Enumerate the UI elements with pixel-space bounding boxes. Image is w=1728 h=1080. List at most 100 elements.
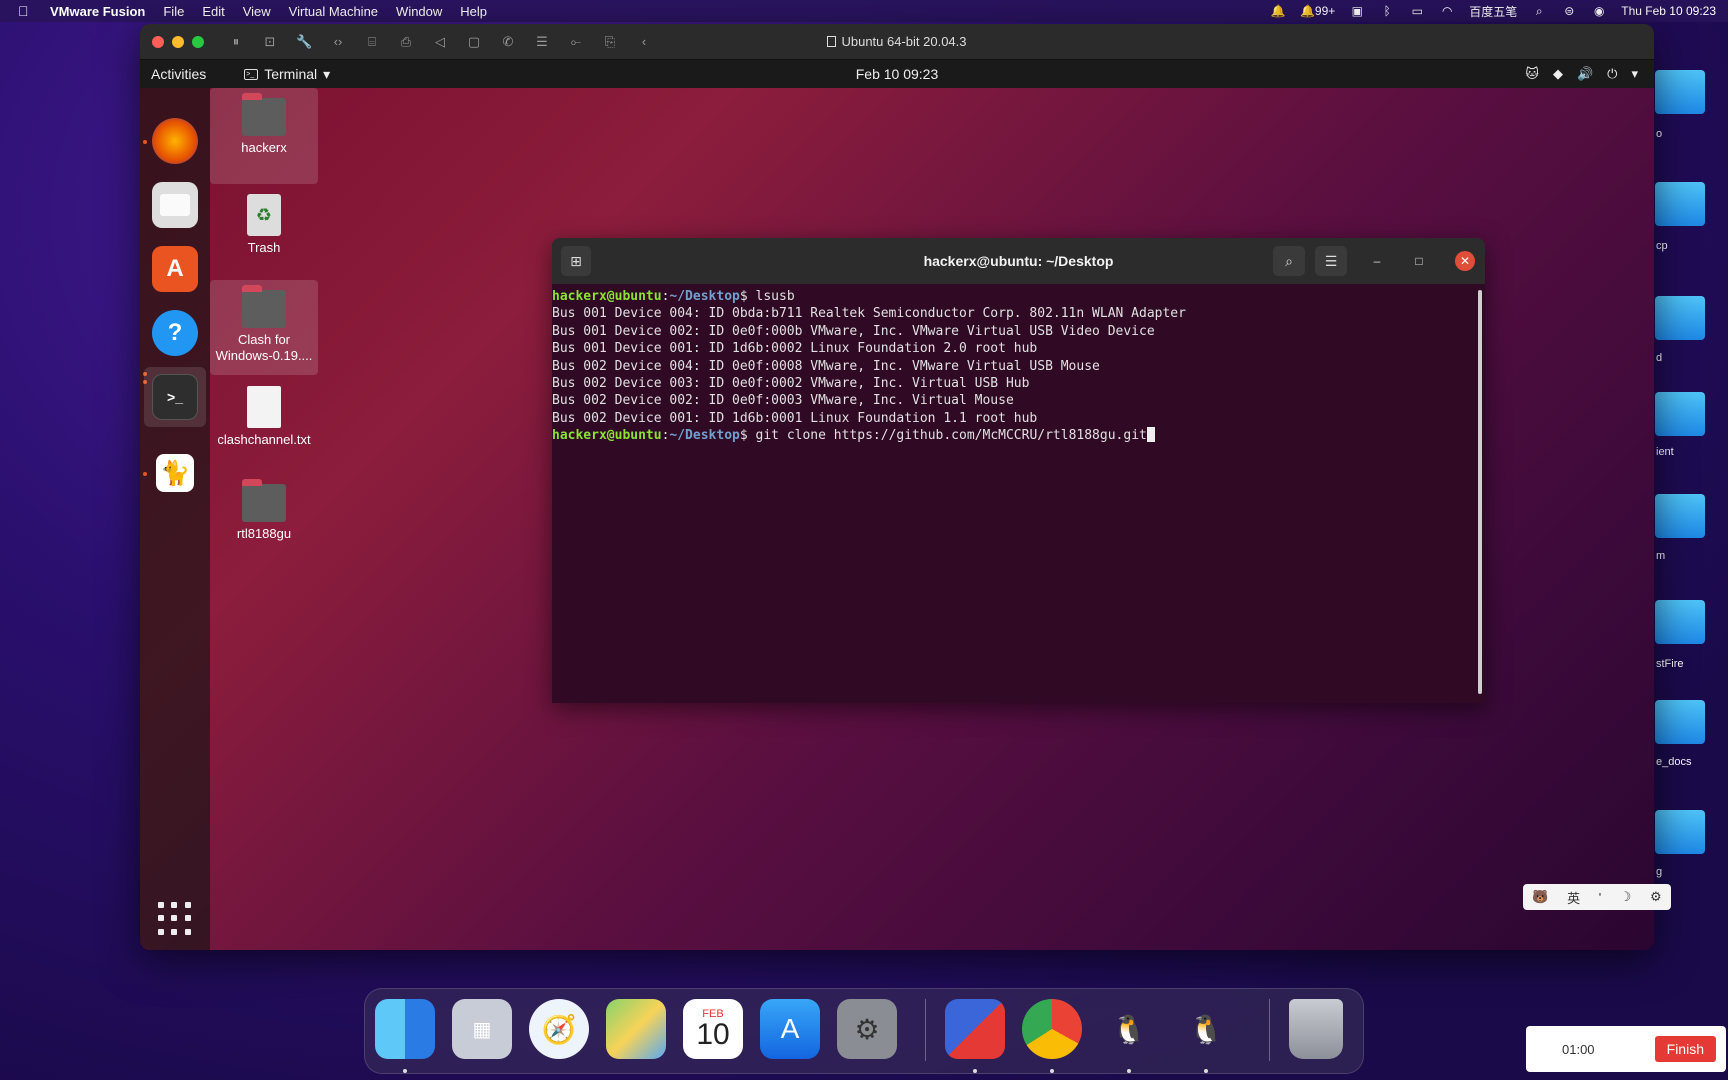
help-icon[interactable]: ? xyxy=(152,310,198,356)
chrome-icon[interactable] xyxy=(1022,999,1082,1059)
hard-disk-icon[interactable]: ⌸ xyxy=(364,34,380,50)
desktop-rtl8188gu-folder[interactable]: rtl8188gu xyxy=(210,474,318,564)
ime-indicator[interactable]: 百度五笔 xyxy=(1469,3,1517,20)
calendar-icon[interactable]: FEB 10 xyxy=(683,999,743,1059)
terminal-scrollbar[interactable] xyxy=(1478,290,1482,694)
terminal-output[interactable]: hackerx@ubuntu:~/Desktop$ lsusb Bus 001 … xyxy=(552,284,1485,445)
desktop-text-file[interactable]: clashchannel.txt xyxy=(210,378,318,468)
app-name-menu[interactable]: VMware Fusion xyxy=(50,4,145,19)
power-icon[interactable]: ⏻ xyxy=(1607,66,1617,82)
minimize-window-button[interactable] xyxy=(172,35,184,48)
dock-separator xyxy=(925,999,926,1061)
zoom-window-button[interactable] xyxy=(192,35,204,48)
bell-icon[interactable]: 🔔 xyxy=(1270,4,1286,18)
activities-button[interactable]: Activities xyxy=(151,66,206,82)
qq-icon[interactable]: 🐧 xyxy=(1099,999,1159,1059)
apple-menu-icon[interactable]:  xyxy=(18,3,36,19)
clash-dock-icon[interactable]: 🐈 xyxy=(156,454,194,492)
wifi-icon[interactable]: ◠ xyxy=(1439,4,1455,18)
menu-help[interactable]: Help xyxy=(460,4,487,19)
pause-icon[interactable]: ⏸ xyxy=(228,34,244,50)
new-tab-button[interactable]: ⊞ xyxy=(561,246,591,276)
safari-icon[interactable]: 🧭 xyxy=(529,999,589,1059)
ime-logo-icon[interactable]: 🐻 xyxy=(1532,889,1548,905)
network-icon[interactable]: ‹› xyxy=(330,34,346,50)
ubuntu-clock[interactable]: Feb 10 09:23 xyxy=(140,66,1654,82)
terminal-output-line: Bus 001 Device 001: ID 1d6b:0002 Linux F… xyxy=(552,341,1038,357)
camera-icon[interactable]: ▢ xyxy=(466,34,482,50)
volume-icon[interactable]: 🔊 xyxy=(1577,66,1593,82)
menu-file[interactable]: File xyxy=(163,4,184,19)
sound-icon[interactable]: ◁ xyxy=(432,34,448,50)
mac-desktop-file-icon[interactable] xyxy=(1655,182,1705,226)
printer-icon[interactable]: ⎙ xyxy=(398,34,414,50)
phone-icon[interactable]: ✆ xyxy=(500,34,516,50)
mac-desktop-file-icon[interactable] xyxy=(1655,700,1705,744)
siri-icon[interactable]: ◉ xyxy=(1591,4,1607,18)
battery-icon[interactable]: ▭ xyxy=(1409,4,1425,18)
app-menu[interactable]: >_ Terminal ▾ xyxy=(244,66,330,83)
search-icon[interactable]: ⌕ xyxy=(1273,246,1305,276)
desktop-home-folder[interactable]: hackerx xyxy=(210,88,318,184)
usb-icon[interactable]: ⟜ xyxy=(568,34,584,50)
settings-wrench-icon[interactable]: 🔧 xyxy=(296,34,312,50)
mac-desktop-file-icon[interactable] xyxy=(1655,600,1705,644)
trash-icon[interactable] xyxy=(1289,999,1343,1059)
vmware-fusion-icon[interactable] xyxy=(945,999,1005,1059)
vm-titlebar[interactable]: ⏸ ⊡ 🔧 ‹› ⌸ ⎙ ◁ ▢ ✆ ☰ ⟜ ⎘ ‹ Ubuntu 64-bit… xyxy=(140,24,1654,60)
mac-desktop-file-icon[interactable] xyxy=(1655,494,1705,538)
hamburger-menu-icon[interactable]: ☰ xyxy=(1315,246,1347,276)
notification-badge[interactable]: 🔔99+ xyxy=(1300,4,1335,18)
ime-punctuation-toggle[interactable]: ' xyxy=(1599,890,1601,905)
files-icon[interactable] xyxy=(152,182,198,228)
app-store-icon[interactable]: A xyxy=(760,999,820,1059)
firefox-icon[interactable] xyxy=(152,118,198,164)
network-tray-icon[interactable]: ◆ xyxy=(1553,66,1563,82)
clash-tray-icon[interactable]: 🐱 xyxy=(1525,66,1539,82)
launchpad-icon[interactable]: ▦ xyxy=(452,999,512,1059)
minimize-icon[interactable]: – xyxy=(1365,249,1389,273)
desktop-trash[interactable]: ♻ Trash xyxy=(210,186,318,276)
mac-desktop-file-icon[interactable] xyxy=(1655,70,1705,114)
storage-icon[interactable]: ☰ xyxy=(534,34,550,50)
chevron-down-icon: ▾ xyxy=(323,65,331,82)
mac-desktop-file-icon[interactable] xyxy=(1655,810,1705,854)
mac-desktop-file-label: e_docs xyxy=(1656,756,1692,768)
maximize-icon[interactable]: □ xyxy=(1407,249,1431,273)
mac-desktop-file-label: g xyxy=(1656,866,1663,878)
chevron-left-icon[interactable]: ‹ xyxy=(636,34,652,50)
terminal-dock-icon[interactable]: >_ xyxy=(152,374,198,420)
menu-edit[interactable]: Edit xyxy=(202,4,224,19)
software-center-icon[interactable]: A xyxy=(152,246,198,292)
mac-desktop-file-icon[interactable] xyxy=(1655,296,1705,340)
finder-icon[interactable] xyxy=(375,999,435,1059)
snapshot-icon[interactable]: ⊡ xyxy=(262,34,278,50)
menu-virtual-machine[interactable]: Virtual Machine xyxy=(289,4,378,19)
menu-window[interactable]: Window xyxy=(396,4,442,19)
ime-language-toggle[interactable]: 英 xyxy=(1567,888,1580,907)
terminal-header[interactable]: ⊞ hackerx@ubuntu: ~/Desktop ⌕ ☰ – □ ✕ xyxy=(552,238,1485,284)
terminal-window[interactable]: ⊞ hackerx@ubuntu: ~/Desktop ⌕ ☰ – □ ✕ ha… xyxy=(552,238,1485,703)
close-icon[interactable]: ✕ xyxy=(1455,251,1475,271)
screen-mirror-icon[interactable]: ▣ xyxy=(1349,4,1365,18)
ime-settings-gear-icon[interactable]: ⚙ xyxy=(1650,889,1662,905)
finish-button[interactable]: Finish xyxy=(1654,1036,1716,1062)
window-controls xyxy=(152,35,204,48)
recording-timer: 01:00 xyxy=(1562,1041,1595,1057)
ime-moon-icon[interactable]: ☽ xyxy=(1620,889,1632,905)
menu-view[interactable]: View xyxy=(243,4,271,19)
terminal-command-line: hackerx@ubuntu:~/Desktop$ git clone http… xyxy=(552,427,1485,444)
spotlight-search-icon[interactable]: ⌕ xyxy=(1531,4,1547,18)
qq-icon[interactable]: 🐧 xyxy=(1176,999,1236,1059)
chevron-down-icon[interactable]: ▾ xyxy=(1631,66,1638,82)
shared-folder-icon[interactable]: ⎘ xyxy=(602,34,618,50)
menubar-clock[interactable]: Thu Feb 10 09:23 xyxy=(1621,4,1716,18)
system-preferences-icon[interactable]: ⚙ xyxy=(837,999,897,1059)
show-apps-grid-icon[interactable] xyxy=(158,902,192,936)
maps-icon[interactable] xyxy=(606,999,666,1059)
close-window-button[interactable] xyxy=(152,35,164,48)
control-center-icon[interactable]: ⊜ xyxy=(1561,4,1577,18)
mac-desktop-file-icon[interactable] xyxy=(1655,392,1705,436)
desktop-clash-folder[interactable]: Clash for Windows-0.19.... xyxy=(210,280,318,375)
bluetooth-icon[interactable]: ᛒ xyxy=(1379,4,1395,18)
